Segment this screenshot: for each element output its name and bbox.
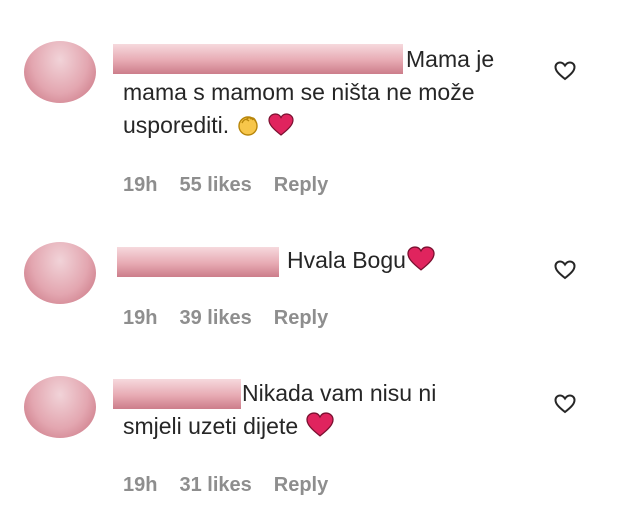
heart-outline-icon[interactable] bbox=[553, 392, 577, 416]
red-heart-icon bbox=[305, 412, 335, 447]
heart-outline-icon[interactable] bbox=[553, 258, 577, 282]
red-heart-icon bbox=[406, 246, 436, 281]
comment-likes[interactable]: 55 likes bbox=[179, 174, 251, 197]
comment-3: Nikada vam nisu ni smjeli uzeti dijete 1… bbox=[0, 350, 630, 515]
comment-text-first: Nikada vam nisu ni bbox=[242, 380, 437, 406]
comment-likes[interactable]: 31 likes bbox=[179, 474, 251, 497]
avatar[interactable] bbox=[24, 41, 96, 103]
redacted-username[interactable] bbox=[117, 247, 279, 277]
comment-2: Hvala Bogu 19h 39 likes Reply bbox=[0, 200, 630, 350]
red-heart-icon bbox=[268, 113, 294, 146]
comment-meta: 19h 55 likes Reply bbox=[123, 174, 328, 197]
comment-time[interactable]: 19h bbox=[123, 307, 157, 330]
comment-time[interactable]: 19h bbox=[123, 174, 157, 197]
comment-meta: 19h 39 likes Reply bbox=[123, 307, 328, 330]
avatar[interactable] bbox=[24, 242, 96, 304]
comment-text-rest: smjeli uzeti dijete bbox=[123, 413, 299, 439]
comment-text: Nikada vam nisu ni smjeli uzeti dijete bbox=[123, 377, 543, 447]
comment-text-first: Hvala Bogu bbox=[287, 247, 406, 273]
comment-meta: 19h 31 likes Reply bbox=[123, 474, 328, 497]
heart-outline-icon[interactable] bbox=[553, 59, 577, 83]
reply-button[interactable]: Reply bbox=[274, 474, 328, 497]
avatar[interactable] bbox=[24, 376, 96, 438]
clapping-hands-icon bbox=[236, 111, 262, 146]
comment-text: Mama je mama s mamom se ništa ne može us… bbox=[123, 43, 533, 146]
reply-button[interactable]: Reply bbox=[274, 307, 328, 330]
comment-text-rest: mama s mamom se ništa ne može usporediti… bbox=[123, 79, 475, 138]
comment-text: Hvala Bogu bbox=[287, 244, 527, 281]
reply-button[interactable]: Reply bbox=[274, 174, 328, 197]
comment-1: Mama je mama s mamom se ništa ne može us… bbox=[0, 0, 630, 200]
comment-time[interactable]: 19h bbox=[123, 474, 157, 497]
comment-likes[interactable]: 39 likes bbox=[179, 307, 251, 330]
comment-text-first: Mama je bbox=[406, 46, 495, 72]
